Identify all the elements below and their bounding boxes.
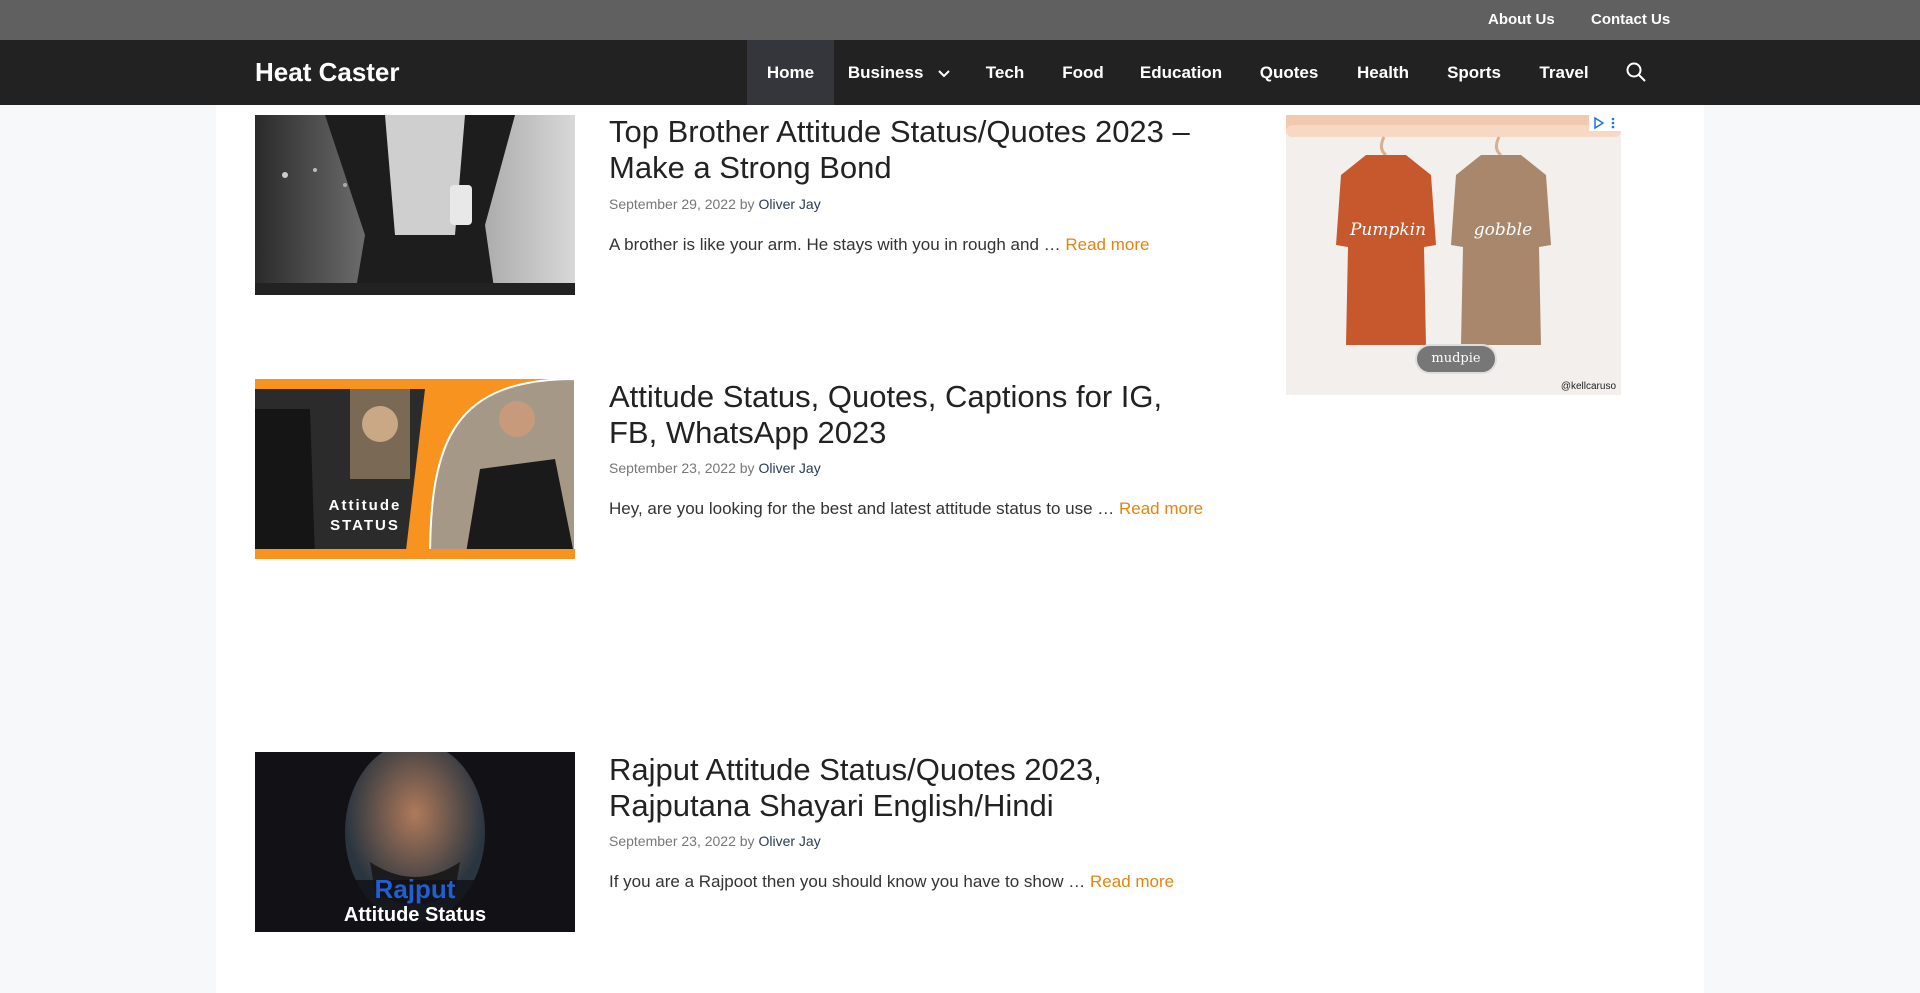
post-title-link[interactable]: Rajput Attitude Status/Quotes 2023, Rajp… bbox=[609, 752, 1209, 824]
attitude-status-image bbox=[255, 379, 575, 559]
post-meta: September 23, 2022 by Oliver Jay bbox=[609, 460, 821, 476]
main-nav: Heat Caster Home Business Tech Food Educ… bbox=[0, 40, 1920, 105]
nav-education[interactable]: Education bbox=[1122, 40, 1240, 105]
brother-image bbox=[255, 115, 575, 295]
nav-education-label: Education bbox=[1139, 63, 1223, 82]
nav-health-label: Health bbox=[1357, 63, 1409, 82]
sidebar-ad[interactable]: Pumpkin gobble mudpie @kellcaruso bbox=[1286, 115, 1621, 395]
ad-choices-badge[interactable] bbox=[1589, 115, 1621, 131]
nav-home-label: Home bbox=[766, 63, 815, 82]
ad-choices-icon bbox=[1594, 116, 1615, 130]
post-meta: September 29, 2022 by Oliver Jay bbox=[609, 196, 821, 212]
read-more-link[interactable]: Read more bbox=[1090, 872, 1174, 891]
chevron-down-icon bbox=[938, 69, 950, 77]
post-thumbnail[interactable] bbox=[255, 115, 575, 295]
top-bar: About Us Contact Us bbox=[0, 0, 1920, 40]
post-excerpt-text: A brother is like your arm. He stays wit… bbox=[609, 235, 1066, 254]
ad-credit: @kellcaruso bbox=[1560, 381, 1616, 392]
post-by: by bbox=[739, 196, 755, 212]
post-author[interactable]: Oliver Jay bbox=[758, 460, 820, 476]
post-date[interactable]: September 29, 2022 bbox=[609, 196, 736, 212]
thumb-caption-1: Rajput bbox=[374, 874, 456, 904]
read-more-link[interactable]: Read more bbox=[1065, 235, 1149, 254]
nav-travel-label: Travel bbox=[1539, 63, 1589, 82]
post-title-link[interactable]: Attitude Status, Quotes, Captions for IG… bbox=[609, 379, 1209, 451]
search-icon[interactable] bbox=[1624, 60, 1648, 84]
nav-business[interactable]: Business bbox=[834, 40, 964, 105]
about-us-link[interactable]: About Us bbox=[1488, 0, 1555, 40]
post-excerpt: A brother is like your arm. He stays wit… bbox=[609, 235, 1149, 255]
ad-sweater-text-1: Pumpkin bbox=[1349, 220, 1427, 240]
nav-business-label: Business bbox=[847, 63, 924, 82]
post-excerpt-text: If you are a Rajpoot then you should kno… bbox=[609, 872, 1091, 891]
post-title-link[interactable]: Top Brother Attitude Status/Quotes 2023 … bbox=[609, 114, 1209, 186]
post-meta: September 23, 2022 by Oliver Jay bbox=[609, 833, 821, 849]
post-excerpt-text: Hey, are you looking for the best and la… bbox=[609, 499, 1119, 518]
ad-brand-logo: mudpie bbox=[1431, 351, 1481, 366]
post-by: by bbox=[739, 460, 755, 476]
nav-travel[interactable]: Travel bbox=[1530, 40, 1598, 105]
read-more-link[interactable]: Read more bbox=[1119, 499, 1203, 518]
post-excerpt: If you are a Rajpoot then you should kno… bbox=[609, 872, 1174, 892]
post-excerpt: Hey, are you looking for the best and la… bbox=[609, 499, 1203, 519]
thumb-caption-2: STATUS bbox=[330, 517, 400, 534]
nav-home[interactable]: Home bbox=[747, 40, 834, 105]
ad-sweater-text-2: gobble bbox=[1473, 220, 1533, 240]
nav-sports[interactable]: Sports bbox=[1435, 40, 1513, 105]
thumb-caption-1: Attitude bbox=[328, 497, 402, 514]
nav-tech[interactable]: Tech bbox=[968, 40, 1042, 105]
nav-tech-label: Tech bbox=[985, 63, 1025, 82]
thumb-caption-2: Attitude Status bbox=[343, 904, 487, 926]
post-by: by bbox=[739, 833, 755, 849]
post-date[interactable]: September 23, 2022 bbox=[609, 460, 736, 476]
nav-sports-label: Sports bbox=[1447, 63, 1501, 82]
post-author[interactable]: Oliver Jay bbox=[758, 833, 820, 849]
nav-health[interactable]: Health bbox=[1343, 40, 1423, 105]
contact-us-link[interactable]: Contact Us bbox=[1591, 0, 1670, 40]
post-date[interactable]: September 23, 2022 bbox=[609, 833, 736, 849]
post-thumbnail[interactable]: Rajput Attitude Status bbox=[255, 752, 575, 932]
post-thumbnail[interactable]: Attitude STATUS bbox=[255, 379, 575, 559]
nav-food-label: Food bbox=[1062, 63, 1104, 82]
post-author[interactable]: Oliver Jay bbox=[758, 196, 820, 212]
nav-food[interactable]: Food bbox=[1044, 40, 1122, 105]
site-title[interactable]: Heat Caster bbox=[255, 40, 400, 105]
nav-quotes[interactable]: Quotes bbox=[1248, 40, 1330, 105]
nav-quotes-label: Quotes bbox=[1259, 63, 1319, 82]
